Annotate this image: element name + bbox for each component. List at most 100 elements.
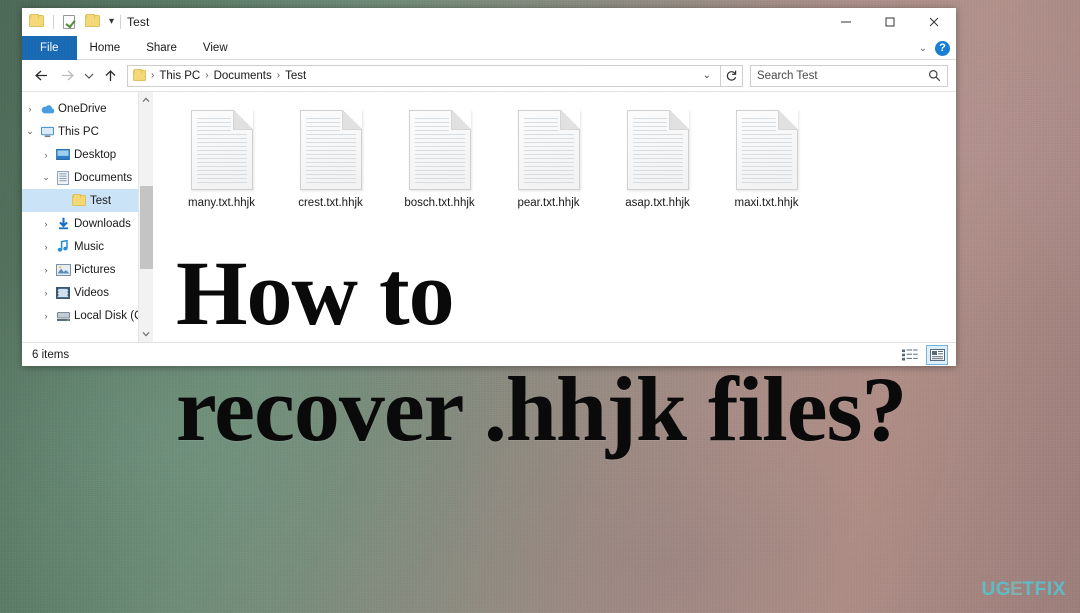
ribbon-right-controls: ⌄ ? <box>919 36 950 60</box>
text-document-icon <box>517 110 580 190</box>
file-name-label: many.txt.hhjk <box>188 197 255 209</box>
pictures-icon <box>54 263 72 276</box>
window-title: Test <box>127 15 150 29</box>
expander-icon[interactable]: › <box>38 311 54 321</box>
file-item[interactable]: asap.txt.hhjk <box>603 106 712 209</box>
tab-view[interactable]: View <box>190 36 241 60</box>
tab-home[interactable]: Home <box>77 36 134 60</box>
overlay-headline-line1: How to <box>176 242 455 344</box>
view-toggle-group <box>899 343 948 366</box>
back-button[interactable] <box>28 63 54 89</box>
text-document-icon <box>735 110 798 190</box>
file-item[interactable]: crest.txt.hhjk <box>276 106 385 209</box>
text-document-icon <box>299 110 362 190</box>
sidebar-item-music[interactable]: › Music <box>22 235 153 258</box>
address-bar: › This PC › Documents › Test ⌄ Search Te… <box>22 60 956 91</box>
navigation-scrollbar[interactable] <box>138 92 153 342</box>
watermark-part-2: E <box>1010 579 1024 600</box>
close-button[interactable] <box>912 8 956 36</box>
expander-icon[interactable]: ⌄ <box>38 172 54 183</box>
sidebar-item-onedrive[interactable]: › OneDrive <box>22 97 153 120</box>
screenshot-canvas: ▾ Test File Home Share View ⌄ ? › This P… <box>0 0 1080 613</box>
window-title-bar: ▾ Test <box>22 8 956 36</box>
window-body: › OneDrive ⌄ This PC › Desktop ⌄ Documen… <box>22 91 956 342</box>
expander-icon[interactable]: › <box>22 104 38 114</box>
overlay-headline-line2: recover .hhjk files? <box>176 358 907 460</box>
sidebar-item-label: Videos <box>74 286 109 299</box>
folder-icon[interactable] <box>29 14 44 29</box>
file-explorer-window: ▾ Test File Home Share View ⌄ ? › This P… <box>22 8 956 366</box>
expander-icon[interactable]: › <box>38 288 54 298</box>
minimize-button[interactable] <box>824 8 868 36</box>
scrollbar-track[interactable] <box>139 108 154 326</box>
sidebar-item-label: Downloads <box>74 217 131 230</box>
scroll-down-icon[interactable] <box>139 326 154 342</box>
file-name-label: asap.txt.hhjk <box>625 197 690 209</box>
chevron-down-icon[interactable]: ⌄ <box>698 70 716 81</box>
scrollbar-thumb[interactable] <box>139 186 153 270</box>
search-placeholder: Search Test <box>757 69 818 82</box>
sidebar-item-downloads[interactable]: › Downloads <box>22 212 153 235</box>
breadcrumb-this-pc[interactable]: This PC <box>156 70 203 82</box>
recent-locations-button[interactable] <box>80 63 97 89</box>
sidebar-item-videos[interactable]: › Videos <box>22 281 153 304</box>
quick-access-toolbar: ▾ <box>29 14 118 29</box>
search-input[interactable]: Search Test <box>750 64 948 87</box>
tab-share[interactable]: Share <box>133 36 190 60</box>
breadcrumb-separator: › <box>205 70 209 81</box>
sidebar-item-label: This PC <box>58 125 99 138</box>
expander-icon[interactable]: ⌄ <box>22 126 38 137</box>
music-icon <box>54 240 72 253</box>
toolbar-divider <box>53 15 54 29</box>
expander-icon[interactable]: › <box>38 242 54 252</box>
text-document-icon <box>626 110 689 190</box>
file-name-label: maxi.txt.hhjk <box>734 197 799 209</box>
breadcrumb-documents[interactable]: Documents <box>211 70 275 82</box>
desktop-icon <box>54 149 72 160</box>
refresh-button[interactable] <box>721 64 743 87</box>
file-item[interactable]: many.txt.hhjk <box>167 106 276 209</box>
sidebar-item-desktop[interactable]: › Desktop <box>22 143 153 166</box>
chevron-down-icon[interactable]: ▾ <box>109 17 114 27</box>
scroll-up-icon[interactable] <box>139 92 154 108</box>
chevron-down-icon[interactable]: ⌄ <box>919 43 927 54</box>
tab-file[interactable]: File <box>22 36 77 60</box>
onedrive-icon <box>38 104 56 114</box>
new-folder-icon[interactable] <box>85 14 100 29</box>
up-button[interactable] <box>97 63 123 89</box>
sidebar-item-test[interactable]: Test <box>22 189 153 212</box>
window-controls <box>824 8 956 36</box>
search-icon <box>929 70 941 82</box>
file-grid: many.txt.hhjk crest.txt.hhjk bosch.txt.h… <box>167 106 956 209</box>
navigation-pane: › OneDrive ⌄ This PC › Desktop ⌄ Documen… <box>22 92 153 342</box>
sidebar-item-local-disk[interactable]: › Local Disk (C:) <box>22 304 153 327</box>
forward-button[interactable] <box>54 63 80 89</box>
sidebar-item-label: Test <box>90 194 112 207</box>
folder-icon <box>70 194 88 206</box>
folder-icon <box>133 69 146 81</box>
help-icon[interactable]: ? <box>935 40 950 56</box>
expander-icon[interactable]: › <box>38 150 54 160</box>
expander-icon[interactable]: › <box>38 265 54 275</box>
text-document-icon <box>408 110 471 190</box>
breadcrumb-separator: › <box>276 70 281 81</box>
sidebar-item-pictures[interactable]: › Pictures <box>22 258 153 281</box>
expander-icon[interactable]: › <box>38 219 54 229</box>
sidebar-item-label: Music <box>74 240 105 253</box>
file-item[interactable]: maxi.txt.hhjk <box>712 106 821 209</box>
file-item[interactable]: bosch.txt.hhjk <box>385 106 494 209</box>
breadcrumb[interactable]: › This PC › Documents › Test ⌄ <box>127 64 721 87</box>
ugetfix-watermark: UG E TFIX <box>981 579 1066 601</box>
large-icons-view-icon[interactable] <box>926 345 948 365</box>
documents-icon <box>54 170 72 185</box>
breadcrumb-test[interactable]: Test <box>282 70 309 82</box>
sidebar-item-label: OneDrive <box>58 102 107 115</box>
item-count-label: 6 items <box>32 348 70 361</box>
breadcrumb-separator: › <box>151 70 155 81</box>
file-name-label: crest.txt.hhjk <box>298 197 363 209</box>
maximize-button[interactable] <box>868 8 912 36</box>
properties-icon[interactable] <box>63 15 78 29</box>
sidebar-item-documents[interactable]: ⌄ Documents <box>22 166 153 189</box>
sidebar-item-this-pc[interactable]: ⌄ This PC <box>22 120 153 143</box>
file-item[interactable]: pear.txt.hhjk <box>494 106 603 209</box>
